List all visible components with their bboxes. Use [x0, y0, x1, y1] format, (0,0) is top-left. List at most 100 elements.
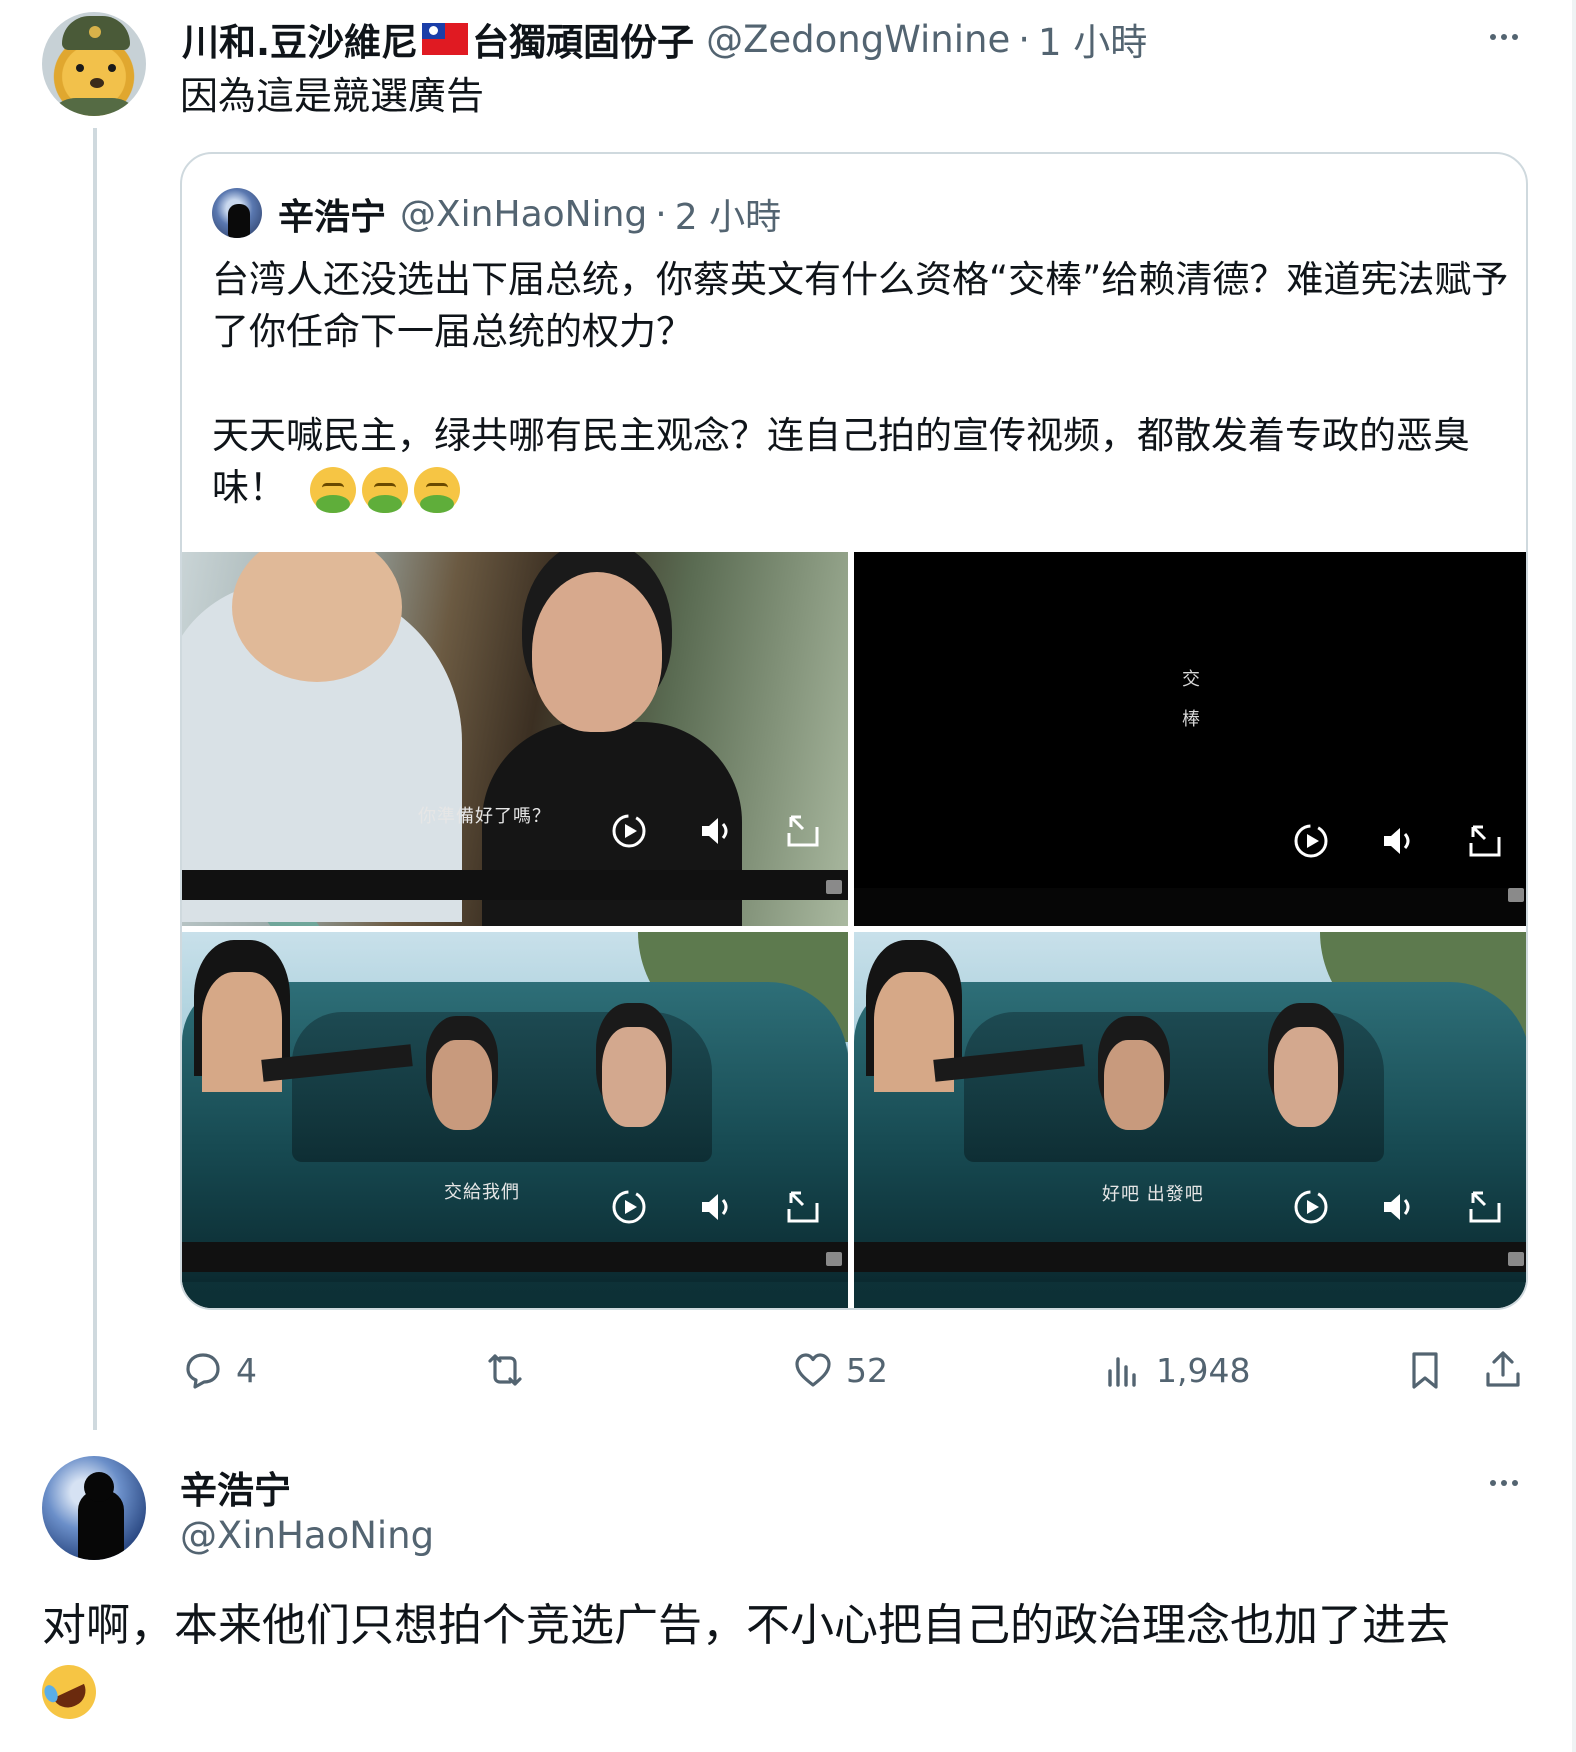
video-2[interactable]: 交 棒 [854, 552, 1526, 926]
video-progress-bar[interactable] [854, 888, 1526, 926]
eye-right [108, 64, 116, 72]
replay-icon [612, 814, 646, 848]
author-handle[interactable]: @ZedongWinine [706, 18, 1010, 61]
expand-button[interactable] [1462, 1184, 1508, 1230]
watermark-icon [826, 880, 842, 894]
more-options-button[interactable] [1482, 22, 1526, 52]
view-count: 1,948 [1156, 1350, 1251, 1390]
video-controls [606, 808, 826, 854]
replay-icon [1294, 1190, 1328, 1224]
reply-button[interactable]: 4 [180, 1340, 257, 1400]
quoted-avatar[interactable] [212, 188, 262, 238]
quoted-header: 辛浩宁 @XinHaoNing · 2 小時 [278, 188, 781, 240]
replay-button[interactable] [1288, 818, 1334, 864]
video-progress-bar[interactable] [182, 870, 848, 900]
views-button[interactable]: 1,948 [1100, 1340, 1250, 1400]
replay-icon [1294, 824, 1328, 858]
person-shape [1104, 1040, 1164, 1130]
share-icon [1486, 1351, 1520, 1387]
retweet-button[interactable] [482, 1340, 538, 1400]
expand-icon [1469, 825, 1501, 857]
video-progress-bar[interactable] [854, 1242, 1526, 1272]
quoted-author-name[interactable]: 辛浩宁 [278, 188, 386, 240]
like-count: 52 [846, 1350, 888, 1390]
avatar[interactable] [42, 12, 146, 116]
tweet-header: 川和.豆沙維尼 台獨頑固份子 @ZedongWinine · 1 小時 [182, 12, 1147, 66]
video-controls [1288, 818, 1508, 864]
reply-icon [186, 1353, 220, 1389]
quoted-author-handle[interactable]: @XinHaoNing [400, 194, 647, 235]
person-head-shape [532, 572, 662, 732]
page: 川和.豆沙維尼 台獨頑固份子 @ZedongWinine · 1 小時 因為這是… [0, 0, 1576, 1752]
author-name[interactable]: 辛浩宁 [180, 1460, 291, 1514]
silhouette [78, 1472, 124, 1560]
replay-button[interactable] [606, 808, 652, 854]
silhouette [228, 204, 250, 238]
video-1[interactable]: 你準備好了嗎？ [182, 552, 848, 926]
nauseated-face-emoji [310, 466, 356, 513]
replay-button[interactable] [1288, 1184, 1334, 1230]
volume-button[interactable] [1375, 818, 1421, 864]
replay-button[interactable] [606, 1184, 652, 1230]
person-shape [432, 1040, 492, 1130]
video-progress-bar[interactable] [182, 1242, 848, 1272]
volume-icon [1384, 1194, 1410, 1220]
avatar[interactable] [42, 1456, 146, 1560]
person-shape [1274, 1027, 1338, 1127]
nauseated-face-emoji [362, 466, 408, 513]
video-controls [1288, 1184, 1508, 1230]
author-name[interactable]: 川和.豆沙維尼 [182, 12, 418, 66]
watermark-icon [1508, 888, 1524, 902]
volume-icon [1384, 828, 1410, 854]
quoted-tweet[interactable]: 辛浩宁 @XinHaoNing · 2 小時 台湾人还没选出下届总统，你蔡英文有… [180, 152, 1528, 1310]
expand-icon [787, 1191, 819, 1223]
tweet[interactable]: 川和.豆沙維尼 台獨頑固份子 @ZedongWinine · 1 小時 因為這是… [0, 0, 1572, 1448]
more-dot-icon [1512, 34, 1518, 40]
share-button[interactable] [1480, 1340, 1526, 1400]
heart-icon [795, 1353, 831, 1387]
video-overlay-text: 交 棒 [1176, 660, 1206, 740]
more-dot-icon [1512, 1480, 1518, 1486]
overlay-char: 交 [1182, 669, 1200, 690]
video-subtitle: 好吧 出發吧 [1102, 1184, 1204, 1205]
author-name-suffix[interactable]: 台獨頑固份子 [472, 12, 694, 66]
emoji-group [310, 466, 460, 513]
expand-icon [787, 815, 819, 847]
reply-tweet[interactable]: 辛浩宁 @XinHaoNing 对啊，本来他们只想拍个竞选广告，不小心把自己的政… [0, 1430, 1572, 1752]
person-shape [602, 1027, 666, 1127]
nauseated-face-emoji [414, 466, 460, 513]
timestamp[interactable]: 1 小時 [1038, 12, 1147, 66]
expand-button[interactable] [1462, 818, 1508, 864]
quoted-timestamp[interactable]: 2 小時 [675, 188, 781, 240]
video-3[interactable]: 交給我們 [182, 932, 848, 1308]
overlay-char: 棒 [1182, 709, 1200, 730]
thread-line [93, 128, 97, 1448]
rolling-on-the-floor-laughing-emoji [33, 1656, 105, 1728]
taiwan-flag-icon [422, 23, 469, 55]
video-4[interactable]: 好吧 出發吧 [854, 932, 1526, 1308]
nose [90, 78, 104, 88]
like-button[interactable]: 52 [790, 1340, 888, 1400]
video-subtitle: 交給我們 [444, 1182, 520, 1203]
cap-badge [89, 26, 101, 38]
quoted-text: 台湾人还没选出下届总统，你蔡英文有什么资格“交棒”给赖清德？难道宪法赋予了你任命… [212, 254, 1512, 514]
more-dot-icon [1490, 34, 1496, 40]
more-options-button[interactable] [1482, 1468, 1526, 1498]
volume-button[interactable] [693, 1184, 739, 1230]
volume-button[interactable] [1375, 1184, 1421, 1230]
collar [46, 98, 142, 116]
tweet-text: 因為這是競選廣告 [180, 74, 485, 118]
tweet-text: 对啊，本来他们只想拍个竞选广告，不小心把自己的政治理念也加了进去 [33, 1594, 1532, 1728]
media-grid: 你準備好了嗎？ 交 棒 交給我們 好吧 出發吧 [182, 552, 1526, 1308]
volume-button[interactable] [693, 808, 739, 854]
more-dot-icon [1501, 34, 1507, 40]
page-gutter [1572, 0, 1576, 1752]
bookmark-button[interactable] [1402, 1340, 1448, 1400]
author-handle[interactable]: @XinHaoNing [180, 1514, 434, 1557]
expand-button[interactable] [780, 808, 826, 854]
retweet-icon [488, 1354, 522, 1386]
separator-dot: · [1018, 17, 1030, 61]
tweet-text-body: 对啊，本来他们只想拍个竞选广告，不小心把自己的政治理念也加了进去 [42, 1600, 1450, 1651]
more-dot-icon [1490, 1480, 1496, 1486]
expand-button[interactable] [780, 1184, 826, 1230]
